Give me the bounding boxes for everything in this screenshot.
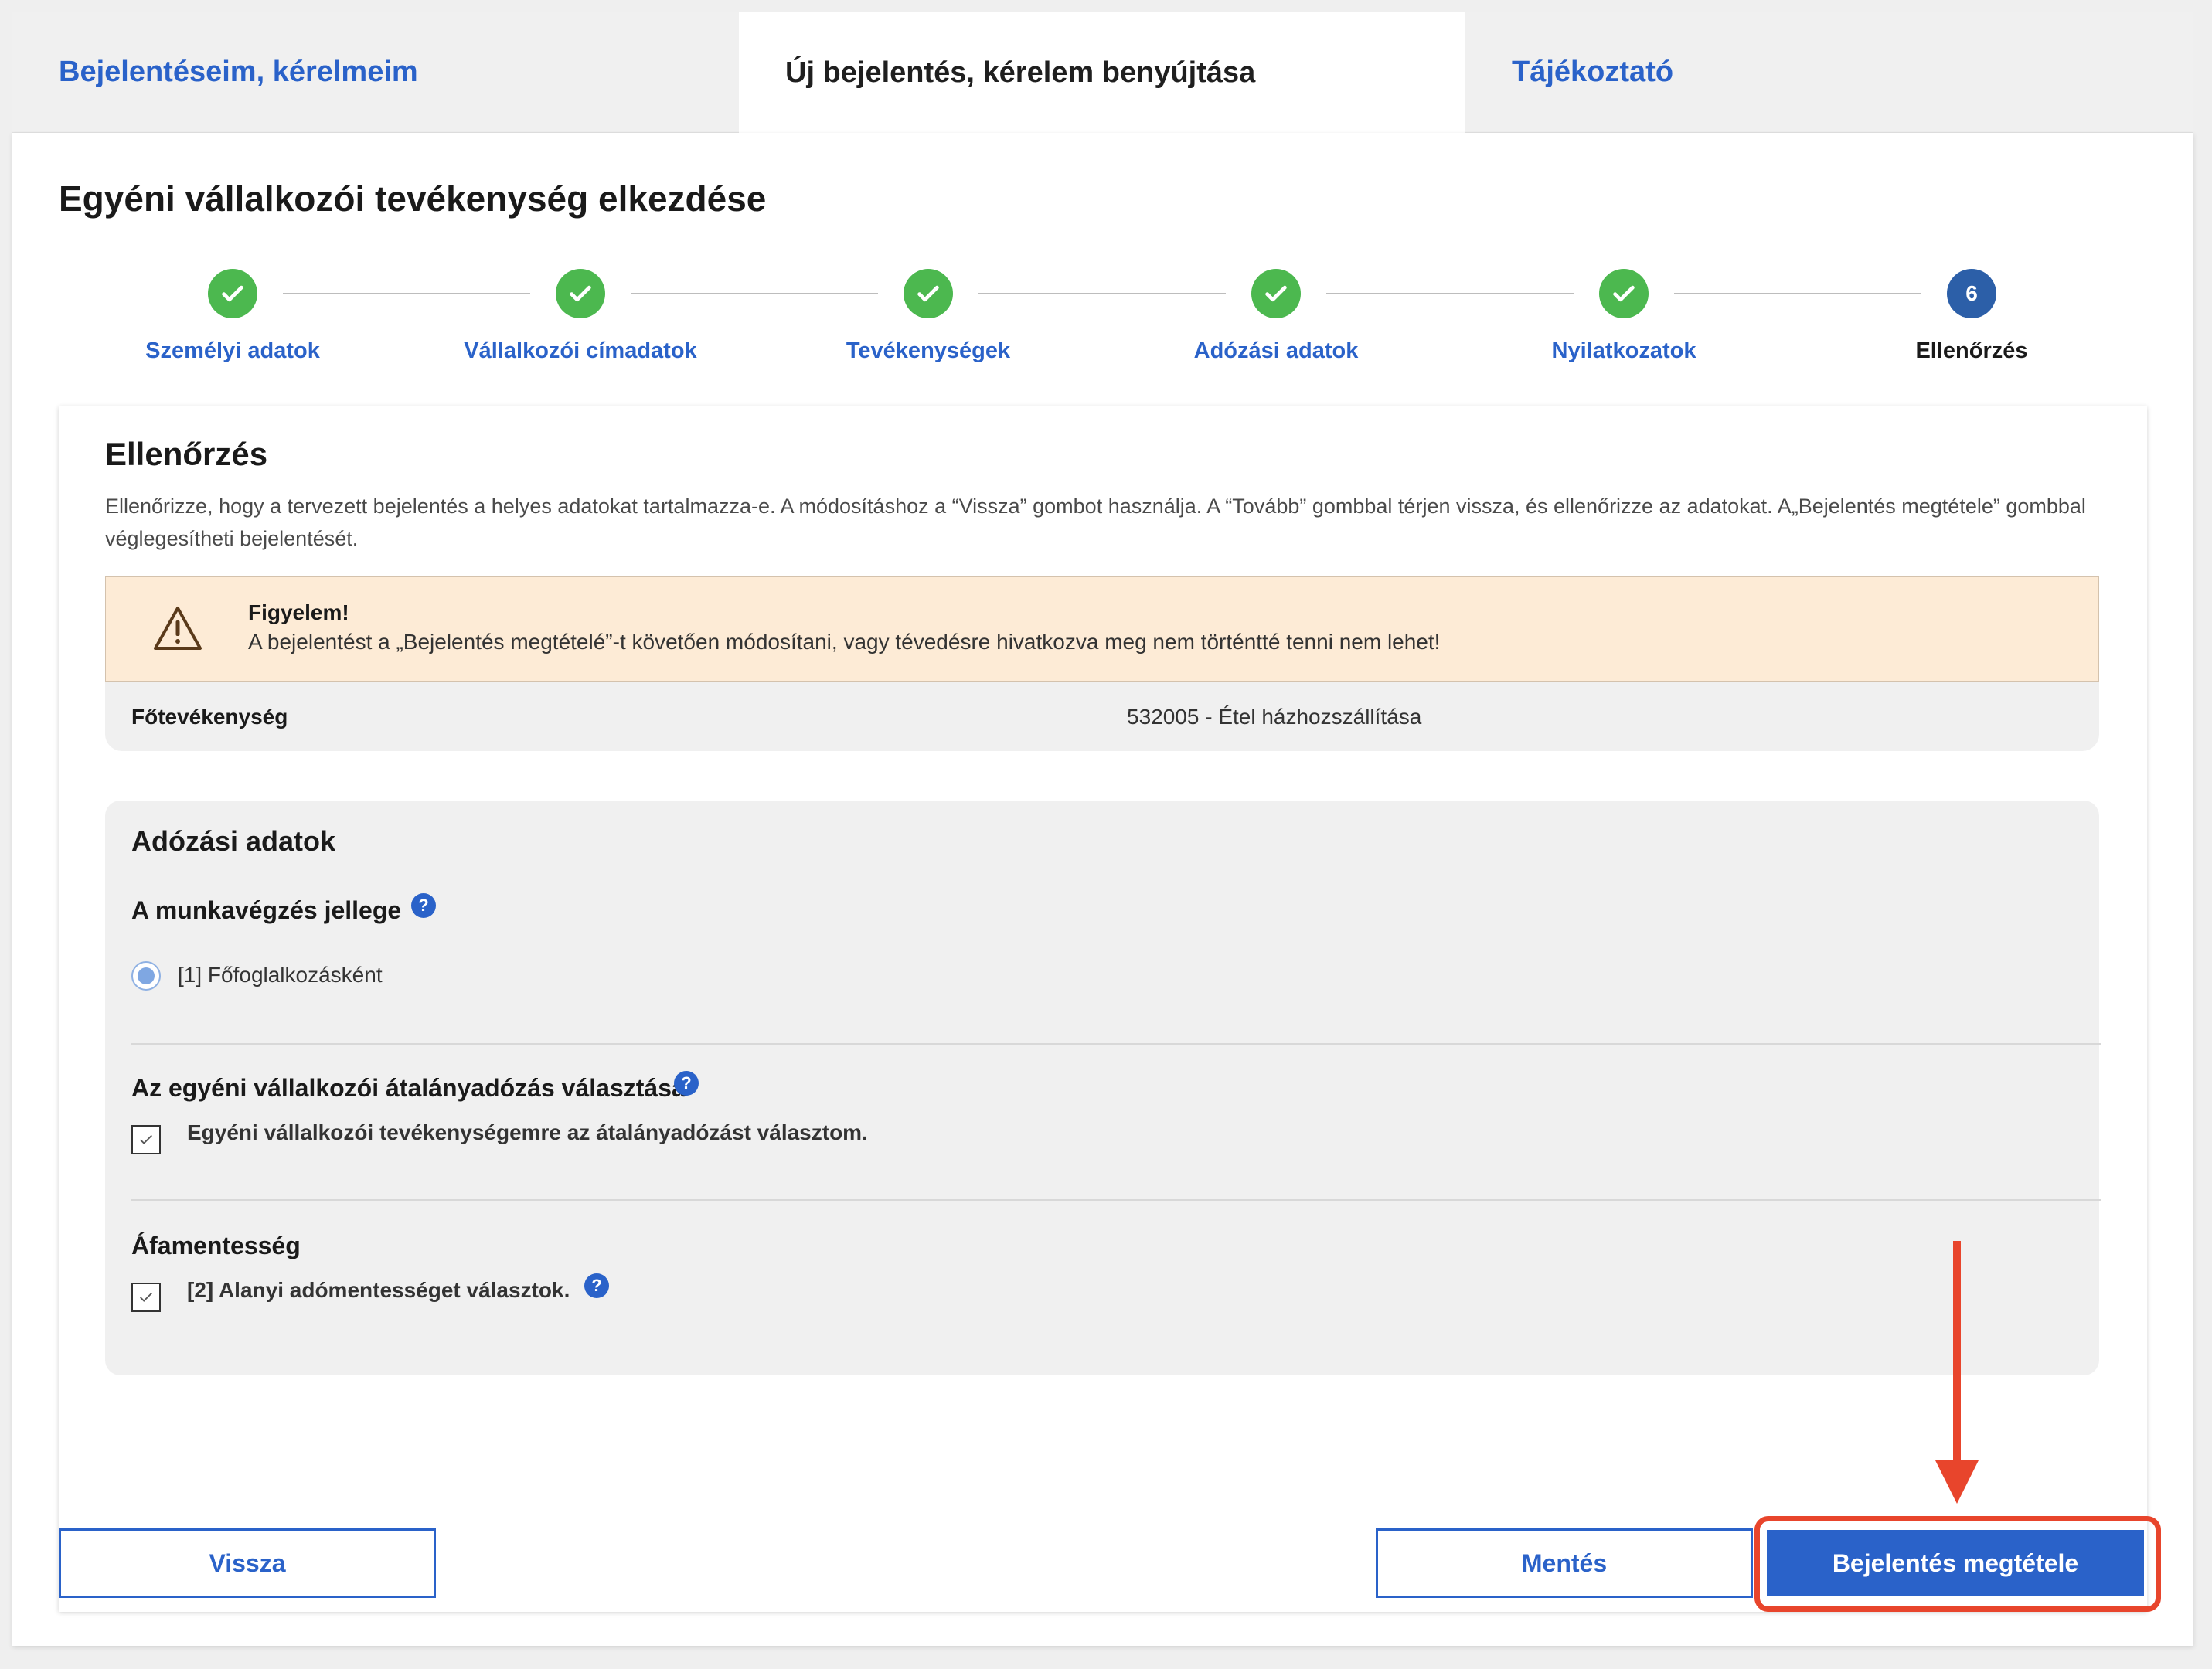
tax-section-title: Adózási adatok bbox=[131, 825, 336, 857]
warning-text: A bejelentést a „Bejelentés megtételé”-t… bbox=[248, 630, 1441, 654]
check-icon bbox=[1613, 285, 1635, 302]
vat-exempt-label: Áfamentesség bbox=[131, 1232, 301, 1259]
step-label-review: Ellenőrzés bbox=[1915, 338, 2028, 363]
radio-selected-dot bbox=[138, 967, 155, 984]
annotation-arrow-shaft bbox=[1953, 1241, 1961, 1473]
checkmark-icon bbox=[140, 1134, 152, 1144]
check-icon bbox=[222, 285, 243, 302]
step-label-activities[interactable]: Tevékenységek bbox=[789, 338, 1067, 364]
step-connector bbox=[631, 293, 878, 294]
step-label-tax-data[interactable]: Adózási adatok bbox=[1137, 338, 1415, 364]
review-description: Ellenőrizze, hogy a tervezett bejelentés… bbox=[105, 495, 2086, 550]
check-icon bbox=[570, 285, 591, 302]
main-activity-row: Főtevékenység 532005 - Étel házhozszállí… bbox=[105, 682, 2099, 751]
review-title: Ellenőrzés bbox=[105, 436, 268, 472]
tab-bar: Bejelentéseim, kérelmeim Új bejelentés, … bbox=[12, 12, 2193, 133]
step-label-business-address[interactable]: Vállalkozói címadatok bbox=[441, 338, 720, 364]
warning-triangle-icon bbox=[154, 607, 202, 650]
check-icon bbox=[1265, 285, 1287, 302]
step-connector bbox=[283, 293, 530, 294]
flat-rate-option: Egyéni vállalkozói tevékenységemre az át… bbox=[187, 1120, 868, 1144]
main-panel: Egyéni vállalkozói tevékenység elkezdése… bbox=[12, 133, 2193, 1646]
check-icon bbox=[917, 285, 939, 302]
step-2-check-icon[interactable] bbox=[556, 269, 605, 318]
warning-title: Figyelem! bbox=[248, 600, 349, 624]
help-icon[interactable]: ? bbox=[584, 1273, 609, 1298]
checkmark-icon bbox=[140, 1292, 152, 1302]
submit-button[interactable]: Bejelentés megtétele bbox=[1767, 1530, 2144, 1596]
tab-information[interactable]: Tájékoztató bbox=[1465, 12, 2193, 133]
save-button[interactable]: Mentés bbox=[1376, 1528, 1753, 1598]
step-label-personal-data[interactable]: Személyi adatok bbox=[94, 338, 372, 364]
step-connector bbox=[978, 293, 1226, 294]
back-button[interactable]: Vissza bbox=[59, 1528, 436, 1598]
step-label-declarations[interactable]: Nyilatkozatok bbox=[1485, 338, 1763, 364]
divider bbox=[131, 1199, 2101, 1201]
help-icon[interactable]: ? bbox=[674, 1071, 699, 1096]
step-1-check-icon[interactable] bbox=[208, 269, 257, 318]
warning-box: Figyelem! A bejelentést a „Bejelentés me… bbox=[105, 576, 2099, 682]
work-nature-label: A munkavégzés jellege bbox=[131, 896, 402, 924]
step-3-check-icon[interactable] bbox=[904, 269, 953, 318]
step-6-number: 6 bbox=[1947, 269, 1996, 318]
annotation-arrow-head-icon bbox=[1935, 1460, 1979, 1504]
flat-rate-label: Az egyéni vállalkozói átalányadózás vála… bbox=[131, 1074, 686, 1102]
tab-my-submissions[interactable]: Bejelentéseim, kérelmeim bbox=[12, 12, 739, 133]
work-nature-option: [1] Főfoglalkozásként bbox=[178, 963, 383, 987]
step-5-check-icon[interactable] bbox=[1599, 269, 1649, 318]
review-card: Ellenőrzés Ellenőrizze, hogy a tervezett… bbox=[59, 406, 2147, 1612]
main-activity-label: Főtevékenység bbox=[131, 705, 288, 729]
divider bbox=[131, 1043, 2101, 1045]
page-title: Egyéni vállalkozói tevékenység elkezdése bbox=[59, 178, 767, 219]
tax-data-section: Adózási adatok A munkavégzés jellege ? [… bbox=[105, 801, 2101, 1375]
vat-exempt-checkbox[interactable] bbox=[131, 1283, 161, 1312]
vat-exempt-option: [2] Alanyi adómentességet választok. bbox=[187, 1278, 570, 1302]
work-nature-radio[interactable] bbox=[131, 961, 161, 991]
step-4-check-icon[interactable] bbox=[1251, 269, 1301, 318]
help-icon[interactable]: ? bbox=[411, 893, 436, 918]
step-connector bbox=[1326, 293, 1574, 294]
step-connector bbox=[1674, 293, 1921, 294]
tab-new-submission[interactable]: Új bejelentés, kérelem benyújtása bbox=[739, 12, 1465, 133]
main-activity-value: 532005 - Étel házhozszállítása bbox=[1127, 705, 1422, 729]
flat-rate-checkbox[interactable] bbox=[131, 1125, 161, 1154]
